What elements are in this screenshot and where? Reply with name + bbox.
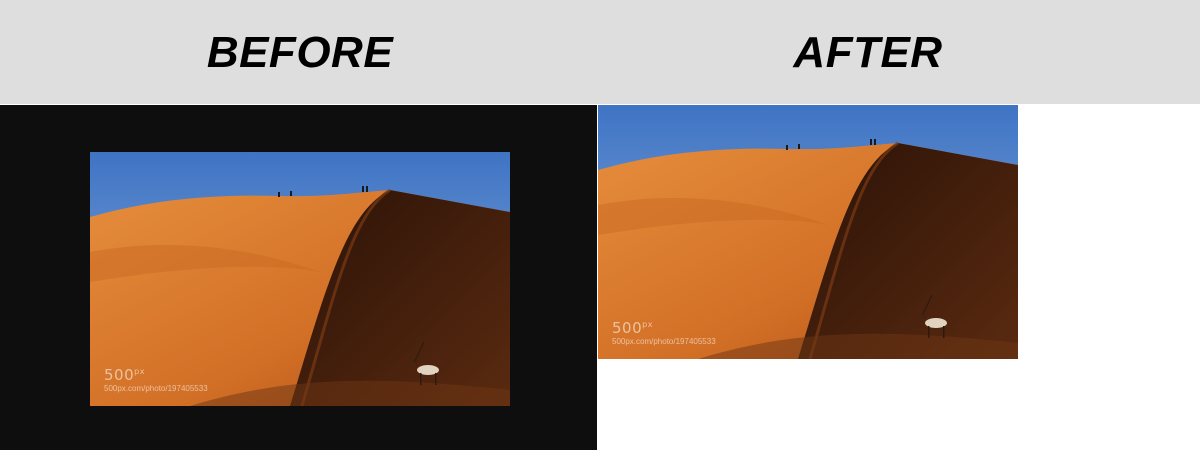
watermark-logo: 500px [104, 366, 145, 384]
after-panel: 500px 500px.com/photo/197405533 [597, 105, 1200, 450]
after-photo: 500px 500px.com/photo/197405533 [598, 105, 1018, 359]
after-label: AFTER [793, 28, 943, 77]
watermark: 500px 500px.com/photo/197405533 [104, 364, 208, 394]
watermark-logo: 500px [612, 319, 653, 337]
before-label: BEFORE [206, 28, 394, 77]
before-photo: 500px 500px.com/photo/197405533 [90, 152, 510, 406]
before-panel: 500px 500px.com/photo/197405533 [0, 105, 597, 450]
watermark-url: 500px.com/photo/197405533 [612, 337, 716, 346]
watermark-url: 500px.com/photo/197405533 [104, 384, 208, 393]
watermark: 500px 500px.com/photo/197405533 [612, 317, 716, 347]
header-bar: BEFORE AFTER [0, 0, 1200, 104]
